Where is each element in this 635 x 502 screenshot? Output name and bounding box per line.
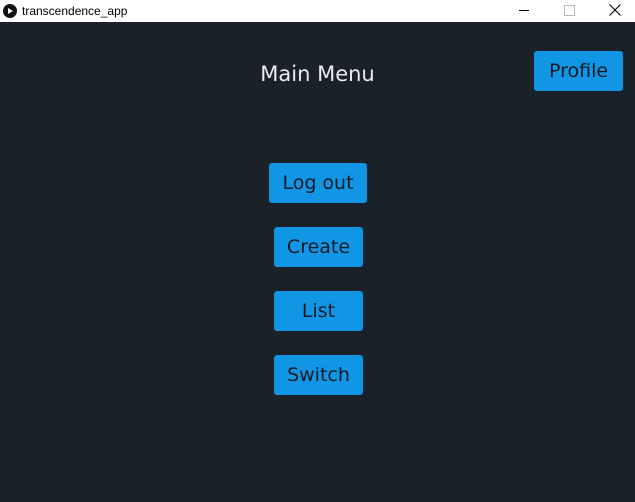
- logout-button[interactable]: Log out: [269, 163, 367, 203]
- close-icon[interactable]: [592, 0, 635, 22]
- play-circle-icon: [3, 4, 17, 18]
- minimize-icon[interactable]: [500, 0, 546, 22]
- create-button[interactable]: Create: [274, 227, 363, 267]
- profile-button[interactable]: Profile: [534, 51, 623, 91]
- list-button[interactable]: List: [274, 291, 363, 331]
- app-window: transcendence_app Main Menu Profile Log …: [0, 0, 635, 502]
- maximize-icon[interactable]: [546, 0, 592, 22]
- title-bar[interactable]: transcendence_app: [0, 0, 635, 22]
- close-x-glyph: [609, 4, 621, 16]
- main-menu-screen: Main Menu Profile Log out Create List Sw…: [0, 22, 635, 502]
- window-title: transcendence_app: [22, 4, 128, 18]
- switch-button[interactable]: Switch: [274, 355, 363, 395]
